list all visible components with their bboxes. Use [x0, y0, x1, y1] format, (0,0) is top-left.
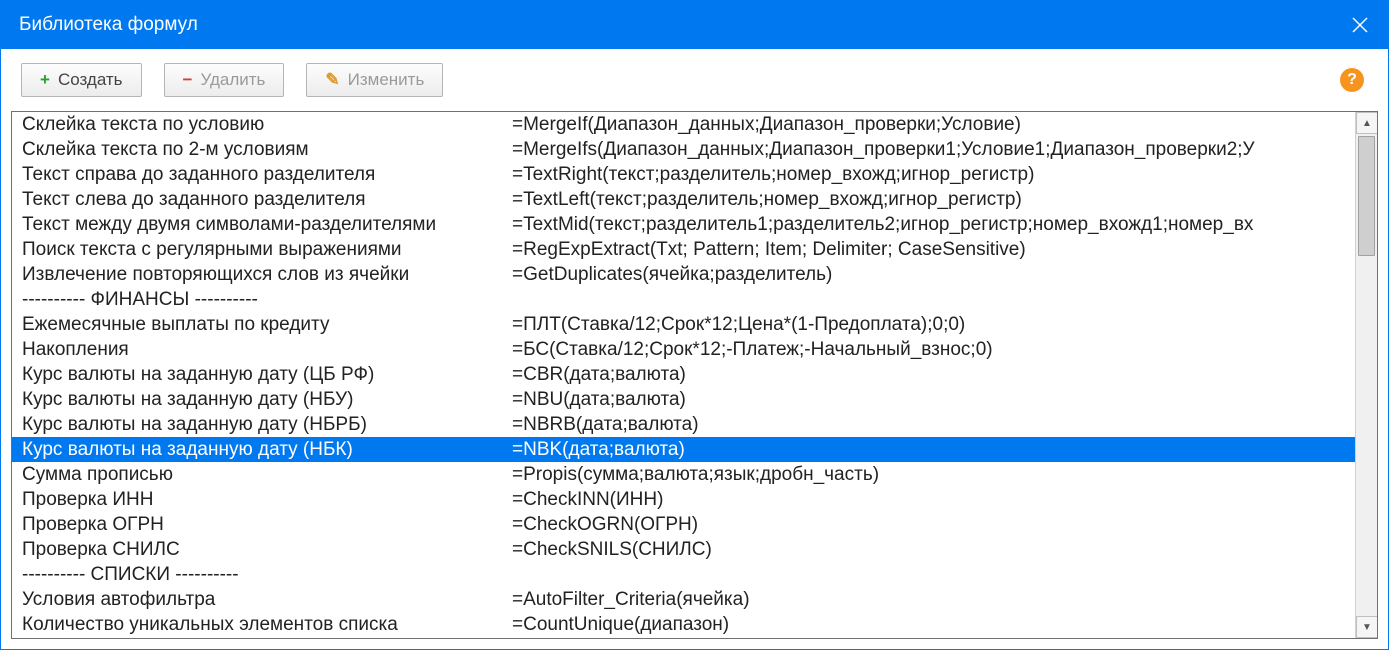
row-name: Проверка СНИЛС	[12, 537, 512, 562]
row-name: ---------- СПИСКИ ----------	[12, 562, 512, 587]
pencil-icon: ✎	[325, 70, 339, 90]
formula-list-body[interactable]: Склейка текста по условию=MergeIf(Диапаз…	[12, 112, 1355, 638]
row-name: Сумма прописью	[12, 462, 512, 487]
triangle-down-icon: ▼	[1362, 622, 1372, 633]
delete-button-label: Удалить	[200, 70, 265, 90]
question-icon: ?	[1347, 71, 1357, 89]
row-formula: =CheckOGRN(ОГРН)	[512, 512, 1355, 537]
row-name: Количество уникальных элементов списка	[12, 612, 512, 637]
scroll-thumb[interactable]	[1358, 136, 1375, 256]
row-formula: =CheckSNILS(СНИЛС)	[512, 537, 1355, 562]
toolbar: + Создать − Удалить ✎ Изменить ?	[1, 49, 1388, 111]
row-name: Накопления	[12, 337, 512, 362]
row-formula: =ПЛТ(Ставка/12;Срок*12;Цена*(1-Предоплат…	[512, 312, 1355, 337]
row-name: Текст справа до заданного разделителя	[12, 162, 512, 187]
row-name: Курс валюты на заданную дату (НБУ)	[12, 387, 512, 412]
list-row[interactable]: Ежемесячные выплаты по кредиту=ПЛТ(Ставк…	[12, 312, 1355, 337]
list-row[interactable]: Поиск текста с регулярными выражениями=R…	[12, 237, 1355, 262]
row-formula	[512, 562, 1355, 587]
list-row[interactable]: Курс валюты на заданную дату (НБК)=NBK(д…	[12, 437, 1355, 462]
row-formula: =Propis(сумма;валюта;язык;дробн_часть)	[512, 462, 1355, 487]
row-formula: =БС(Ставка/12;Срок*12;-Платеж;-Начальный…	[512, 337, 1355, 362]
row-name: Склейка текста по 2-м условиям	[12, 137, 512, 162]
list-row[interactable]: Курс валюты на заданную дату (НБРБ)=NBRB…	[12, 412, 1355, 437]
row-formula: =TextMid(текст;разделитель1;разделитель2…	[512, 212, 1355, 237]
close-icon	[1352, 17, 1368, 33]
row-formula: =CheckINN(ИНН)	[512, 487, 1355, 512]
list-row[interactable]: Склейка текста по 2-м условиям=MergeIfs(…	[12, 137, 1355, 162]
list-row[interactable]: Количество уникальных элементов списка=C…	[12, 612, 1355, 637]
list-row[interactable]: ---------- СПИСКИ ----------	[12, 562, 1355, 587]
list-row[interactable]: Курс валюты на заданную дату (НБУ)=NBU(д…	[12, 387, 1355, 412]
list-row[interactable]: Текст справа до заданного разделителя=Te…	[12, 162, 1355, 187]
dialog-window: Библиотека формул + Создать − Удалить ✎ …	[0, 0, 1389, 650]
window-title: Библиотека формул	[19, 14, 198, 36]
row-formula: =GetDuplicates(ячейка;разделитель)	[512, 262, 1355, 287]
create-button[interactable]: + Создать	[21, 63, 142, 97]
titlebar: Библиотека формул	[1, 1, 1388, 49]
close-button[interactable]	[1332, 1, 1388, 49]
list-row[interactable]: Курс валюты на заданную дату (ЦБ РФ)=CBR…	[12, 362, 1355, 387]
list-row[interactable]: Проверка СНИЛС=CheckSNILS(СНИЛС)	[12, 537, 1355, 562]
plus-icon: +	[40, 70, 50, 90]
minus-icon: −	[183, 70, 193, 90]
triangle-up-icon: ▲	[1362, 118, 1372, 129]
row-formula: =TextRight(текст;разделитель;номер_вхожд…	[512, 162, 1355, 187]
row-name: Условия автофильтра	[12, 587, 512, 612]
row-name: Курс валюты на заданную дату (ЦБ РФ)	[12, 362, 512, 387]
row-name: Текст между двумя символами-разделителям…	[12, 212, 512, 237]
list-row[interactable]: Текст между двумя символами-разделителям…	[12, 212, 1355, 237]
row-name: Курс валюты на заданную дату (НБРБ)	[12, 412, 512, 437]
edit-button-label: Изменить	[348, 70, 425, 90]
create-button-label: Создать	[58, 70, 123, 90]
row-name: Склейка текста по условию	[12, 112, 512, 137]
row-name: Проверка ОГРН	[12, 512, 512, 537]
row-formula: =CBR(дата;валюта)	[512, 362, 1355, 387]
row-name: Текст слева до заданного разделителя	[12, 187, 512, 212]
formula-list: Склейка текста по условию=MergeIf(Диапаз…	[11, 111, 1378, 639]
list-row[interactable]: Сумма прописью=Propis(сумма;валюта;язык;…	[12, 462, 1355, 487]
list-row[interactable]: ---------- ФИНАНСЫ ----------	[12, 287, 1355, 312]
scroll-up-button[interactable]: ▲	[1356, 112, 1378, 134]
row-formula: =AutoFilter_Criteria(ячейка)	[512, 587, 1355, 612]
list-row[interactable]: Склейка текста по условию=MergeIf(Диапаз…	[12, 112, 1355, 137]
list-row[interactable]: Извлечение повторяющихся слов из ячейки=…	[12, 262, 1355, 287]
list-row[interactable]: Накопления=БС(Ставка/12;Срок*12;-Платеж;…	[12, 337, 1355, 362]
delete-button[interactable]: − Удалить	[164, 63, 285, 97]
row-formula	[512, 287, 1355, 312]
edit-button[interactable]: ✎ Изменить	[306, 63, 443, 97]
row-formula: =MergeIfs(Диапазон_данных;Диапазон_прове…	[512, 137, 1355, 162]
scroll-down-button[interactable]: ▼	[1356, 616, 1378, 638]
row-name: Проверка ИНН	[12, 487, 512, 512]
row-name: ---------- ФИНАНСЫ ----------	[12, 287, 512, 312]
row-formula: =MergeIf(Диапазон_данных;Диапазон_провер…	[512, 112, 1355, 137]
row-formula: =RegExpExtract(Txt; Pattern; Item; Delim…	[512, 237, 1355, 262]
row-formula: =CountUnique(диапазон)	[512, 612, 1355, 637]
row-name: Ежемесячные выплаты по кредиту	[12, 312, 512, 337]
row-name: Извлечение повторяющихся слов из ячейки	[12, 262, 512, 287]
list-row[interactable]: Проверка ОГРН=CheckOGRN(ОГРН)	[12, 512, 1355, 537]
row-name: Поиск текста с регулярными выражениями	[12, 237, 512, 262]
row-formula: =NBU(дата;валюта)	[512, 387, 1355, 412]
help-button[interactable]: ?	[1340, 68, 1364, 92]
list-row[interactable]: Проверка ИНН=CheckINN(ИНН)	[12, 487, 1355, 512]
list-row[interactable]: Условия автофильтра=AutoFilter_Criteria(…	[12, 587, 1355, 612]
row-formula: =NBK(дата;валюта)	[512, 437, 1355, 462]
vertical-scrollbar[interactable]: ▲ ▼	[1355, 112, 1377, 638]
list-row[interactable]: Текст слева до заданного разделителя=Tex…	[12, 187, 1355, 212]
row-formula: =NBRB(дата;валюта)	[512, 412, 1355, 437]
row-formula: =TextLeft(текст;разделитель;номер_вхожд;…	[512, 187, 1355, 212]
row-name: Курс валюты на заданную дату (НБК)	[12, 437, 512, 462]
